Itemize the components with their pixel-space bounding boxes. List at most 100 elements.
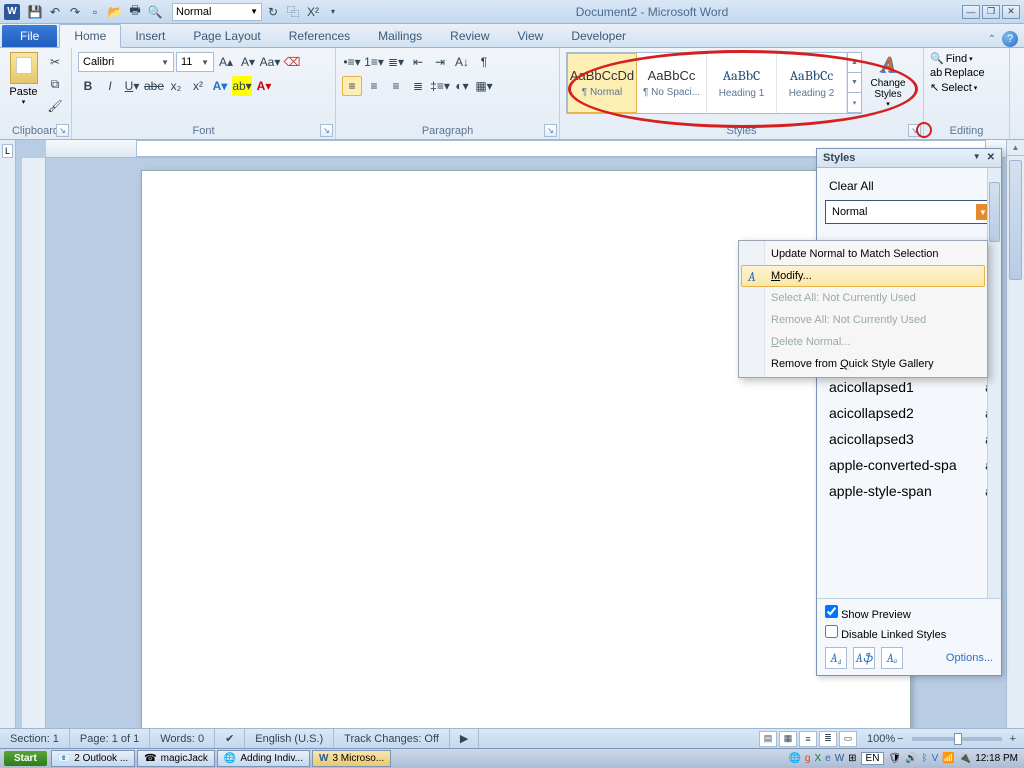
style-no-spacing[interactable]: AaBbCc ¶ No Spaci... [637, 53, 707, 113]
view-draft-icon[interactable]: ▭ [839, 731, 857, 747]
pane-style-aci2[interactable]: acicollapsed2 [825, 400, 997, 426]
pane-normal-item[interactable]: Normal ▼ [825, 200, 997, 224]
manage-styles-icon[interactable]: Aₐ [881, 647, 903, 669]
tray-language[interactable]: EN [861, 752, 885, 765]
highlight-icon[interactable]: ab▾ [232, 76, 252, 96]
view-fullscreen-icon[interactable]: ▦ [779, 731, 797, 747]
shading-icon[interactable]: ◐▾ [452, 76, 472, 96]
shrink-font-icon[interactable]: A▾ [238, 52, 258, 72]
status-language[interactable]: English (U.S.) [245, 729, 334, 748]
align-center-icon[interactable]: ≡ [364, 76, 384, 96]
numbering-icon[interactable]: 1≡▾ [364, 52, 384, 72]
tray-shield-icon[interactable]: 🛡 [888, 753, 901, 764]
format-painter-icon[interactable]: 🖌 [45, 96, 65, 116]
tray-excel-icon[interactable]: X [814, 753, 821, 764]
close-button[interactable]: ✕ [1002, 5, 1020, 19]
superscript-icon2[interactable]: x² [188, 76, 208, 96]
open-icon[interactable]: 📂 [106, 3, 124, 21]
clear-formatting-icon[interactable]: ⌫ [282, 52, 302, 72]
help-icon[interactable]: ? [1002, 31, 1018, 47]
view-print-icon[interactable]: ▤ [759, 731, 777, 747]
ctx-update[interactable]: Update Normal to Match Selection [741, 243, 985, 265]
pane-style-aci3[interactable]: acicollapsed3 [825, 426, 997, 452]
gallery-down-icon[interactable]: ▼ [848, 73, 861, 93]
copy-icon[interactable]: ⧉ [45, 74, 65, 94]
tab-developer[interactable]: Developer [557, 25, 640, 47]
scroll-thumb[interactable] [1009, 160, 1022, 280]
change-case-icon[interactable]: Aa▾ [260, 52, 280, 72]
replace-button[interactable]: abReplace [930, 67, 985, 79]
select-button[interactable]: ↖Select▾ [930, 81, 985, 94]
text-effects-icon[interactable]: A▾ [210, 76, 230, 96]
cut-icon[interactable]: ✂ [45, 52, 65, 72]
repeat-icon[interactable]: ↻ [264, 3, 282, 21]
find-button[interactable]: 🔍Find▾ [930, 52, 985, 65]
save-icon[interactable]: 💾 [26, 3, 44, 21]
tray-v-icon[interactable]: V [932, 753, 939, 764]
new-style-icon[interactable]: A₄ [825, 647, 847, 669]
tab-references[interactable]: References [275, 25, 364, 47]
task-magicjack[interactable]: ☎magicJack [137, 750, 215, 767]
view-web-icon[interactable]: ≡ [799, 731, 817, 747]
tray-clock[interactable]: 12:18 PM [975, 753, 1018, 764]
restore-button[interactable]: ❐ [982, 5, 1000, 19]
tray-wifi-icon[interactable]: 📶 [942, 753, 954, 764]
style-normal[interactable]: AaBbCcDd ¶ Normal [567, 53, 637, 113]
show-marks-icon[interactable]: ¶ [474, 52, 494, 72]
print-icon[interactable]: 🖶 [126, 3, 144, 21]
styles-launcher[interactable]: ↘ [908, 124, 921, 137]
ctx-modify[interactable]: A Modify... [741, 265, 985, 287]
font-launcher[interactable]: ↘ [320, 124, 333, 137]
paste-button[interactable]: Paste ▾ [6, 52, 41, 106]
status-section[interactable]: Section: 1 [0, 729, 70, 748]
ctx-remove-gallery[interactable]: Remove from Quick Style Gallery [741, 353, 985, 375]
task-chrome[interactable]: 🌐Adding Indiv... [217, 750, 310, 767]
tab-insert[interactable]: Insert [121, 25, 179, 47]
subscript-icon[interactable]: x₂ [166, 76, 186, 96]
ruler-toggle-icon[interactable]: L [2, 144, 13, 158]
status-track[interactable]: Track Changes: Off [334, 729, 450, 748]
align-left-icon[interactable]: ≡ [342, 76, 362, 96]
minimize-button[interactable]: — [962, 5, 980, 19]
orgchart-icon[interactable]: ⿻ [284, 3, 302, 21]
vertical-scrollbar[interactable]: ▲ [1006, 140, 1024, 730]
redo-icon[interactable]: ↷ [66, 3, 84, 21]
disable-linked-checkbox[interactable]: Disable Linked Styles [825, 625, 993, 641]
tray-google-icon[interactable]: g [805, 753, 811, 764]
tray-word-icon[interactable]: W [835, 753, 844, 764]
tab-file[interactable]: File [2, 25, 57, 47]
qat-style-combo[interactable]: Normal▼ [172, 3, 262, 21]
status-words[interactable]: Words: 0 [150, 729, 215, 748]
style-heading2[interactable]: AaBbCc Heading 2 [777, 53, 847, 113]
zoom-out-icon[interactable]: − [897, 733, 903, 745]
tray-windows-icon[interactable]: ⊞ [848, 753, 856, 764]
clipboard-launcher[interactable]: ↘ [56, 124, 69, 137]
line-spacing-icon[interactable]: ‡≡▾ [430, 76, 450, 96]
tray-ie-icon[interactable]: e [825, 753, 831, 764]
pane-options-link[interactable]: Options... [946, 652, 993, 664]
font-name-combo[interactable]: Calibri▼ [78, 52, 174, 72]
gallery-more-icon[interactable]: ▾ [848, 93, 861, 113]
show-preview-checkbox[interactable]: Show Preview [825, 605, 993, 621]
grow-font-icon[interactable]: A▴ [216, 52, 236, 72]
tab-page-layout[interactable]: Page Layout [179, 25, 274, 47]
multilevel-icon[interactable]: ≣▾ [386, 52, 406, 72]
sort-icon[interactable]: A↓ [452, 52, 472, 72]
new-icon[interactable]: ▫ [86, 3, 104, 21]
task-word[interactable]: W3 Microso... [312, 750, 391, 767]
tab-home[interactable]: Home [59, 24, 121, 48]
tray-bluetooth-icon[interactable]: ᛒ [922, 753, 928, 764]
tray-chrome-icon[interactable]: 🌐 [788, 753, 800, 764]
qat-more-icon[interactable]: ▾ [324, 3, 342, 21]
bold-icon[interactable]: B [78, 76, 98, 96]
undo-icon[interactable]: ↶ [46, 3, 64, 21]
pane-clear-all[interactable]: Clear All [825, 174, 997, 198]
zoom-slider[interactable] [912, 737, 1002, 741]
task-outlook[interactable]: 📧2 Outlook ... [51, 750, 135, 767]
increase-indent-icon[interactable]: ⇥ [430, 52, 450, 72]
style-heading1[interactable]: AaBbC Heading 1 [707, 53, 777, 113]
zoom-in-icon[interactable]: + [1010, 733, 1016, 745]
tab-mailings[interactable]: Mailings [364, 25, 436, 47]
align-right-icon[interactable]: ≡ [386, 76, 406, 96]
tab-view[interactable]: View [504, 25, 558, 47]
